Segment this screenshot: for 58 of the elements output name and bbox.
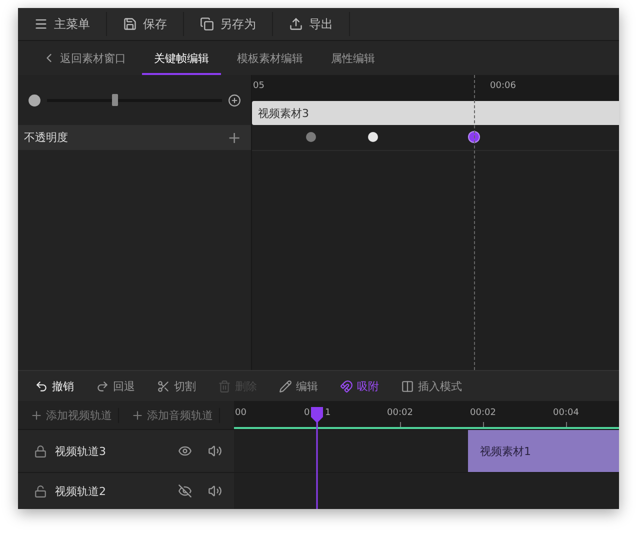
menu-button[interactable]: 保存 [107,12,184,36]
speaker-icon[interactable] [208,484,222,498]
ruler-label: 05 [253,81,264,91]
keyframe-dot[interactable] [368,132,378,142]
tab[interactable]: 关键帧编辑 [142,41,221,75]
unlock-icon[interactable] [34,484,47,498]
ruler-label: 00 [235,408,246,418]
track-header[interactable]: 视频轨道3 [18,429,234,472]
menu-icon [34,17,48,31]
trash-icon [218,380,231,392]
clip-bar[interactable]: 视频素材3 [252,101,619,125]
lock-icon[interactable] [34,444,47,458]
menu-button[interactable]: 主菜单 [18,12,107,36]
ruler-label: 1 [325,408,331,418]
speaker-icon[interactable] [208,444,222,458]
menu-button[interactable]: 另存为 [184,12,273,36]
ruler-label: 00:04 [553,408,579,418]
video-clip[interactable]: 视频素材1 [468,430,619,472]
track-name: 视频轨道3 [55,444,107,458]
tab[interactable]: 属性编辑 [319,41,387,75]
playhead[interactable] [310,407,324,509]
tab[interactable]: 模板素材编辑 [225,41,315,75]
property-row[interactable]: 不透明度 + [18,125,251,150]
keyframe-dot[interactable] [306,132,316,142]
tool-button[interactable]: 插入模式 [392,378,471,394]
keyframe-dot[interactable] [469,132,479,142]
add-track-button[interactable]: 添加音频轨道 [119,408,220,422]
eye-icon[interactable] [178,444,192,458]
slider-thumb[interactable] [112,94,118,106]
tool-button[interactable]: 切割 [148,378,205,394]
ruler-label: 00:02 [470,408,496,418]
columns-icon [401,380,414,392]
add-keyframe-button[interactable]: + [228,128,241,147]
tool-button[interactable]: 回退 [87,378,144,394]
eye-off-icon[interactable] [178,484,192,498]
ruler-label: 00:06 [490,81,516,91]
redo-icon [96,380,109,392]
ruler-label: 0 [304,408,310,418]
property-label: 不透明度 [24,130,68,145]
scissors-icon [157,380,170,392]
menu-button[interactable]: 导出 [273,12,350,36]
upload-icon [289,17,303,31]
tool-button[interactable]: 编辑 [270,378,327,394]
add-track-button[interactable]: 添加视频轨道 [18,408,119,422]
clip-label: 视频素材3 [258,106,309,120]
track-header[interactable]: 视频轨道2 [18,472,234,509]
undo-icon [35,380,48,392]
ruler-label: 00:02 [387,408,413,418]
clip-label: 视频素材1 [480,444,531,458]
tool-button[interactable]: 撤销 [26,378,83,394]
plus-icon [30,408,43,422]
tool-button[interactable]: 吸附 [331,378,388,394]
magnet-icon [340,380,353,392]
back-link[interactable]: 返回素材窗口 [30,41,138,75]
track-name: 视频轨道2 [55,484,107,498]
plus-icon [131,408,144,422]
pencil-icon [279,380,292,392]
zoom-in-icon[interactable] [228,94,241,106]
